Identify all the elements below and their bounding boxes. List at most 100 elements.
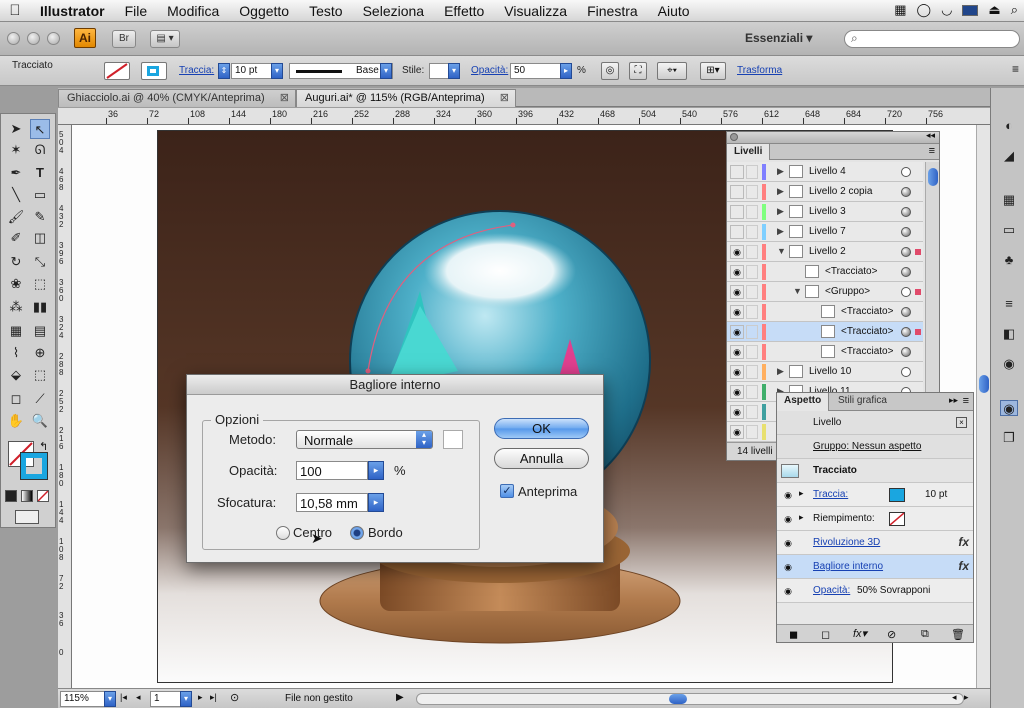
ok-button[interactable]: OK [494, 418, 589, 439]
lock-toggle[interactable] [746, 305, 758, 319]
zoom-icon[interactable]: 🔍 [30, 411, 50, 431]
type-tool-icon[interactable]: T [30, 163, 50, 183]
eyedropper-icon[interactable]: ⌇ [6, 343, 26, 363]
lock-toggle[interactable] [746, 225, 758, 239]
eye-icon[interactable]: ◉ [730, 385, 744, 399]
layer-row[interactable]: ◉ ▶ Livello 10 [727, 362, 923, 382]
layer-row[interactable]: ▶ Livello 2 copia [727, 182, 923, 202]
lock-toggle[interactable] [746, 425, 758, 439]
lasso-icon[interactable]: ᘏ [30, 140, 50, 160]
lock-toggle[interactable] [746, 325, 758, 339]
fx-icon[interactable]: fx [958, 559, 969, 573]
lock-toggle[interactable] [746, 245, 758, 259]
artboard-dropdown[interactable]: ▾ [180, 691, 192, 707]
symbol-sprayer-icon[interactable]: ⁂ [6, 297, 26, 317]
scroll-right-icon[interactable]: ▸ [964, 692, 969, 703]
pen-tool-icon[interactable]: ✒ [6, 163, 26, 183]
style-dropdown[interactable]: ▾ [448, 63, 460, 79]
glow-color-swatch[interactable] [443, 430, 463, 449]
eye-icon[interactable]: ◉ [730, 265, 744, 279]
spotlight-icon[interactable]: ⌕ [1011, 2, 1018, 18]
tab-ghiacciolo[interactable]: Ghiacciolo.ai @ 40% (CMYK/Anteprima) ⊠ [58, 89, 296, 107]
target-icon[interactable] [901, 347, 911, 357]
eraser-icon[interactable]: ◫ [30, 228, 50, 248]
search-input[interactable] [844, 30, 1020, 48]
graphic-styles-icon[interactable]: ♣ [1000, 252, 1018, 268]
lock-toggle[interactable] [746, 385, 758, 399]
layer-row[interactable]: ▶ Livello 4 [727, 162, 923, 182]
eye-icon[interactable]: ◉ [730, 365, 744, 379]
blur-popup-button[interactable]: ▸ [368, 493, 384, 512]
edge-radio[interactable] [350, 526, 364, 540]
disclosure-triangle-icon[interactable]: ▶ [777, 186, 784, 197]
disclosure-triangle-icon[interactable]: ▶ [777, 166, 784, 177]
direct-selection-tool-icon[interactable]: ↖ [30, 119, 50, 139]
method-select[interactable]: Normale ▴ ▾ [296, 430, 433, 449]
layer-row[interactable]: ▶ Livello 7 [727, 222, 923, 242]
target-icon[interactable] [901, 247, 911, 257]
close-tab-icon[interactable]: ⊠ [280, 90, 289, 107]
eye-icon[interactable]: ◉ [730, 245, 744, 259]
eject-icon[interactable]: ⏏ [988, 2, 1000, 18]
eye-icon[interactable]: ◉ [781, 488, 795, 502]
vertical-scrollbar[interactable] [976, 125, 990, 688]
eye-icon[interactable]: ◉ [781, 536, 795, 550]
close-window-button[interactable] [7, 32, 20, 45]
target-icon[interactable] [901, 267, 911, 277]
disclosure-triangle-icon[interactable]: ▼ [777, 246, 786, 256]
eye-icon[interactable] [730, 205, 744, 219]
opacity-label[interactable]: Opacità: [471, 65, 508, 76]
layer-row[interactable]: ◉ <Tracciato> [727, 342, 923, 362]
target-icon[interactable] [901, 227, 911, 237]
live-paint-icon[interactable]: ⬙ [6, 365, 26, 385]
blur-input[interactable]: 10,58 mm [296, 493, 368, 512]
appearance-effect-3d-row[interactable]: ◉ Rivoluzione 3D fx [777, 531, 973, 555]
menu-app-name[interactable]: Illustrator [30, 3, 115, 19]
menu-testo[interactable]: Testo [299, 3, 352, 19]
layer-row[interactable]: ◉ <Tracciato> [727, 262, 923, 282]
eye-icon[interactable]: ◉ [730, 425, 744, 439]
panel-arrows-icon[interactable]: ▸▸ [949, 395, 958, 406]
chat-icon[interactable]: ◯ [917, 2, 932, 18]
selection-indicator[interactable] [915, 289, 921, 295]
layer-name[interactable]: <Tracciato> [825, 266, 877, 277]
layer-name[interactable]: <Tracciato> [841, 306, 893, 317]
eye-icon[interactable]: ◉ [781, 512, 795, 526]
add-stroke-icon[interactable]: ◻ [821, 628, 830, 641]
color-mode-icon[interactable] [5, 490, 17, 502]
opacity-field[interactable]: 50 [510, 63, 562, 79]
apple-icon[interactable]:  [0, 2, 30, 19]
align-icon[interactable]: ⌖▾ [657, 62, 687, 80]
expand-triangle-icon[interactable]: ▸ [799, 488, 804, 499]
menu-effetto[interactable]: Effetto [434, 3, 494, 19]
duplicate-item-icon[interactable]: ⧉ [921, 628, 929, 641]
appearance-object-row[interactable]: Tracciato [777, 459, 973, 483]
swatches-icon[interactable]: ◐ [1000, 118, 1018, 134]
magic-wand-icon[interactable]: ✶ [6, 140, 26, 160]
tab-livelli[interactable]: Livelli [727, 144, 771, 160]
color-guide-icon[interactable]: ▭ [1000, 222, 1018, 238]
lock-toggle[interactable] [746, 185, 758, 199]
hand-icon[interactable]: ✋ [6, 411, 26, 431]
minimize-window-button[interactable] [27, 32, 40, 45]
scroll-left-icon[interactable]: ◂ [952, 692, 957, 703]
preview-checkbox[interactable]: ✓ [500, 484, 514, 498]
opacity-dropdown[interactable]: ▸ [560, 63, 572, 79]
lock-toggle[interactable] [746, 265, 758, 279]
panel-option-icon[interactable]: × [956, 417, 967, 428]
target-icon[interactable] [901, 167, 911, 177]
slice-icon[interactable]: ⟋ [30, 389, 50, 409]
target-icon[interactable] [901, 307, 911, 317]
stroke-label[interactable]: Traccia: [179, 65, 214, 76]
tab-auguri[interactable]: Auguri.ai* @ 115% (RGB/Anteprima) ⊠ [296, 89, 516, 107]
none-mode-icon[interactable] [37, 490, 49, 502]
menu-finestra[interactable]: Finestra [577, 3, 648, 19]
zoom-dropdown[interactable]: ▾ [104, 691, 116, 707]
control-menu-icon[interactable]: ≡ [1012, 62, 1019, 76]
fx-icon[interactable]: fx [958, 535, 969, 549]
recolor-icon[interactable]: ◎ [601, 62, 619, 80]
menu-file[interactable]: File [115, 3, 158, 19]
layers-menu-icon[interactable]: ≡ [929, 145, 935, 157]
add-effect-icon[interactable]: fx▾ [853, 627, 867, 640]
lock-toggle[interactable] [746, 365, 758, 379]
